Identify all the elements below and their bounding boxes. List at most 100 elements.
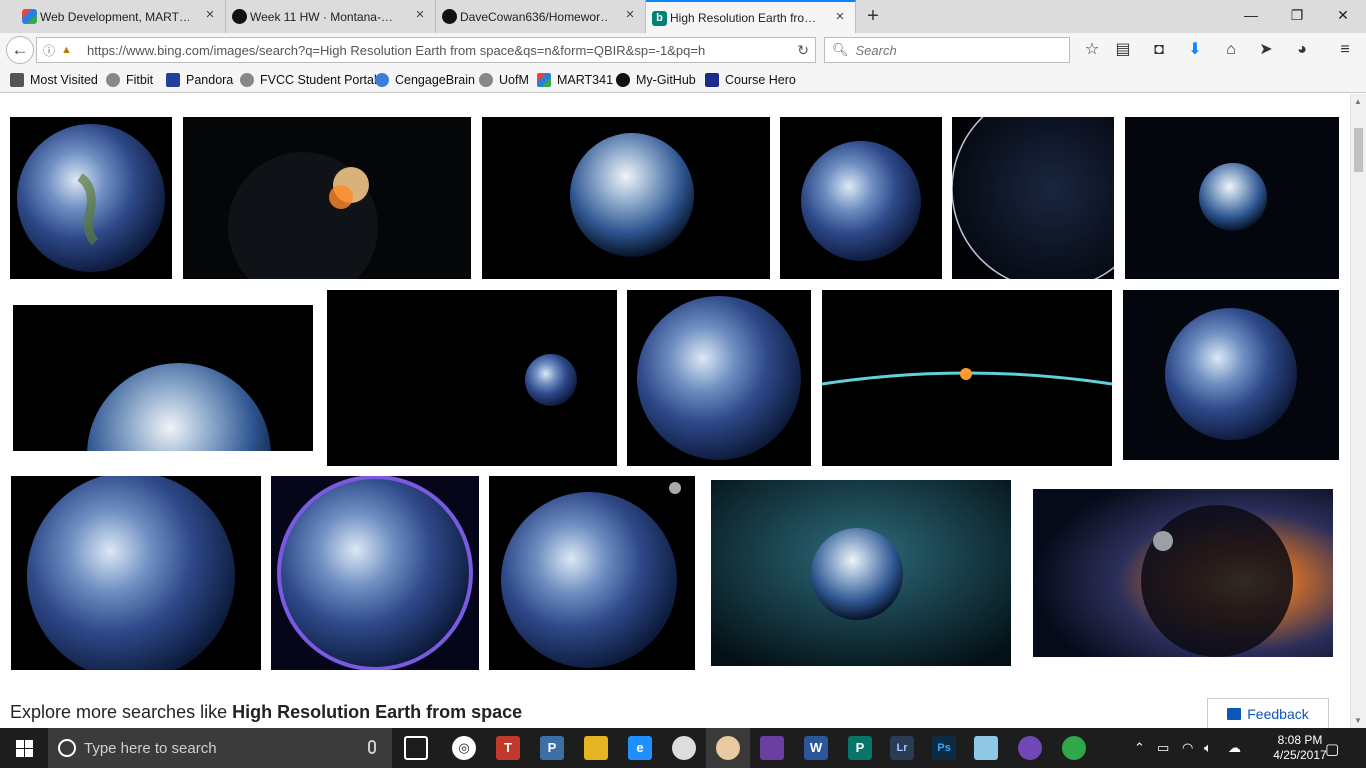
bookmark-star-icon[interactable]: ☆ <box>1081 40 1103 60</box>
clock-date: 4/25/2017 <box>1273 748 1327 762</box>
search-input[interactable] <box>855 42 1056 58</box>
bookmark-pandora[interactable]: Pandora <box>166 72 233 88</box>
microphone-icon[interactable] <box>368 740 376 754</box>
new-tab-button[interactable]: + <box>862 5 884 27</box>
taskbar-app-t[interactable]: T <box>496 736 520 760</box>
avatar-app-icon[interactable] <box>672 736 696 760</box>
image-result[interactable] <box>780 117 942 279</box>
atom-icon[interactable] <box>1062 736 1086 760</box>
reader-list-icon[interactable]: ▤ <box>1112 40 1134 60</box>
image-result[interactable] <box>482 117 770 279</box>
tab-web-development[interactable]: Web Development, MART… × <box>16 0 226 33</box>
pandora-icon <box>166 73 180 87</box>
pocket-icon[interactable]: ◘ <box>1148 40 1170 60</box>
scroll-up-icon[interactable]: ▲ <box>1354 97 1362 106</box>
image-result[interactable] <box>183 117 471 279</box>
menu-icon[interactable]: ≡ <box>1334 40 1356 60</box>
image-result[interactable] <box>711 480 1011 666</box>
image-result[interactable] <box>1123 290 1339 460</box>
reload-icon[interactable]: ↻ <box>797 42 809 59</box>
course-hero-icon <box>705 73 719 87</box>
taskbar-app-p[interactable]: P <box>540 736 564 760</box>
image-result[interactable] <box>822 290 1112 466</box>
bookmark-label: CengageBrain <box>395 73 475 87</box>
bookmark-fvcc[interactable]: FVCC Student Portal <box>240 72 377 88</box>
feedback-button[interactable]: Feedback <box>1207 698 1329 728</box>
warning-lock-icon[interactable]: ▲ <box>61 44 75 56</box>
bookmark-fitbit[interactable]: Fitbit <box>106 72 153 88</box>
image-result[interactable] <box>10 117 172 279</box>
close-icon[interactable]: × <box>203 7 217 22</box>
url-text[interactable]: https://www.bing.com/images/search?q=Hig… <box>87 43 777 58</box>
tab-bing-images[interactable]: b High Resolution Earth fro… × <box>646 0 856 33</box>
url-bar[interactable]: ⓘ ▲ https://www.bing.com/images/search?q… <box>36 37 816 63</box>
download-icon[interactable]: ⬇ <box>1184 40 1206 60</box>
bookmark-cengagebrain[interactable]: CengageBrain <box>375 72 475 88</box>
firefox-avatar-icon[interactable] <box>716 736 740 760</box>
multicolor-diamond-icon <box>22 9 37 24</box>
app-icon[interactable] <box>974 736 998 760</box>
close-icon[interactable]: × <box>623 7 637 22</box>
image-result[interactable] <box>1033 489 1333 657</box>
tab-week-11-hw[interactable]: Week 11 HW · Montana-… × <box>226 0 436 33</box>
bookmark-label: Most Visited <box>30 73 98 87</box>
file-explorer-icon[interactable] <box>584 736 608 760</box>
edge-icon[interactable]: e <box>628 736 652 760</box>
bookmark-label: Course Hero <box>725 73 796 87</box>
bookmark-my-github[interactable]: My-GitHub <box>616 72 696 88</box>
info-icon[interactable]: ⓘ <box>43 42 61 59</box>
word-icon[interactable]: W <box>804 736 828 760</box>
clock-time: 8:08 PM <box>1277 733 1323 747</box>
taskbar-search[interactable]: Type here to search <box>48 728 392 768</box>
image-result[interactable] <box>952 117 1114 279</box>
bookmark-mart341[interactable]: MART341 <box>537 72 613 88</box>
vertical-scrollbar[interactable]: ▲ ▼ <box>1350 94 1366 728</box>
image-result[interactable] <box>11 476 261 670</box>
tab-strip: Web Development, MART… × Week 11 HW · Mo… <box>0 0 1366 33</box>
image-result[interactable] <box>489 476 695 670</box>
close-icon[interactable]: × <box>833 9 847 24</box>
bookmark-label: FVCC Student Portal <box>260 73 377 87</box>
search-bar[interactable]: 🔍︎ <box>824 37 1070 63</box>
volume-icon[interactable]: 🔈︎ <box>1204 740 1212 756</box>
back-button[interactable]: ← <box>6 36 34 64</box>
scroll-down-icon[interactable]: ▼ <box>1354 716 1362 725</box>
close-icon[interactable]: × <box>413 7 427 22</box>
publisher-icon[interactable]: P <box>848 736 872 760</box>
notifications-icon[interactable]: ▢ <box>1325 740 1339 758</box>
chevron-up-icon[interactable]: ⌃ <box>1134 740 1145 756</box>
wifi-icon[interactable]: ◠ <box>1182 740 1193 756</box>
sync-icon[interactable]: ◕ <box>1291 40 1313 60</box>
explore-query[interactable]: High Resolution Earth from space <box>232 702 522 722</box>
github-desktop-icon[interactable] <box>1018 736 1042 760</box>
battery-icon[interactable]: ▭ <box>1157 740 1169 756</box>
mail-icon[interactable] <box>760 736 784 760</box>
start-button[interactable] <box>0 728 48 768</box>
github-icon <box>232 9 247 24</box>
image-result[interactable] <box>327 290 617 466</box>
lightroom-icon[interactable]: Lr <box>890 736 914 760</box>
tab-title: Web Development, MART… <box>40 9 189 24</box>
bookmark-most-visited[interactable]: Most Visited <box>10 72 98 88</box>
restore-button[interactable]: ❐ <box>1274 0 1320 30</box>
minimize-button[interactable]: — <box>1228 0 1274 30</box>
scrollbar-thumb[interactable] <box>1354 128 1363 172</box>
image-result[interactable] <box>13 305 313 451</box>
task-view-icon[interactable] <box>404 736 428 760</box>
image-result[interactable] <box>271 476 479 670</box>
groove-icon[interactable]: ◎ <box>452 736 476 760</box>
onedrive-icon[interactable]: ☁ <box>1228 740 1241 756</box>
image-result[interactable] <box>627 290 811 466</box>
taskbar-search-placeholder: Type here to search <box>84 739 217 757</box>
bookmark-uofm[interactable]: UofM <box>479 72 529 88</box>
bookmark-course-hero[interactable]: Course Hero <box>705 72 796 88</box>
system-clock[interactable]: 8:08 PM 4/25/2017 <box>1272 733 1328 763</box>
home-icon[interactable]: ⌂ <box>1220 40 1242 60</box>
bookmark-label: UofM <box>499 73 529 87</box>
image-result[interactable] <box>1125 117 1339 279</box>
photoshop-icon[interactable]: Ps <box>932 736 956 760</box>
image-results: Explore more searches like High Resoluti… <box>0 94 1350 728</box>
send-icon[interactable]: ➤ <box>1255 40 1277 60</box>
close-window-button[interactable]: ✕ <box>1320 0 1366 30</box>
tab-homework-repo[interactable]: DaveCowan636/Homewor… × <box>436 0 646 33</box>
